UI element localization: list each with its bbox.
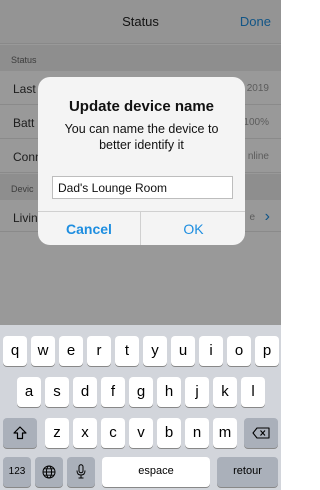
microphone-icon (76, 464, 86, 479)
delete-icon (252, 427, 270, 439)
key-p[interactable]: p (255, 336, 279, 366)
globe-key[interactable] (35, 457, 63, 487)
key-s[interactable]: s (45, 377, 69, 407)
cancel-button[interactable]: Cancel (38, 212, 141, 245)
key-a[interactable]: a (17, 377, 41, 407)
key-f[interactable]: f (101, 377, 125, 407)
delete-key[interactable] (244, 418, 278, 448)
key-j[interactable]: j (185, 377, 209, 407)
key-l[interactable]: l (241, 377, 265, 407)
keyboard: q w e r t y u i o p a s d f g h j k l z … (0, 325, 281, 490)
key-b[interactable]: b (157, 418, 181, 448)
key-m[interactable]: m (213, 418, 237, 448)
key-u[interactable]: u (171, 336, 195, 366)
space-key[interactable]: espace (102, 457, 210, 487)
key-g[interactable]: g (129, 377, 153, 407)
key-d[interactable]: d (73, 377, 97, 407)
key-q[interactable]: q (3, 336, 27, 366)
key-h[interactable]: h (157, 377, 181, 407)
key-v[interactable]: v (129, 418, 153, 448)
key-r[interactable]: r (87, 336, 111, 366)
dialog-message: You can name the device to better identi… (64, 122, 219, 152)
shift-icon (13, 426, 27, 440)
dialog-title: Update device name (68, 98, 215, 115)
key-c[interactable]: c (101, 418, 125, 448)
update-name-dialog: Update device name You can name the devi… (38, 77, 245, 245)
key-z[interactable]: z (45, 418, 69, 448)
return-key[interactable]: retour (217, 457, 278, 487)
numbers-key[interactable]: 123 (3, 457, 31, 487)
dialog-buttons: Cancel OK (38, 211, 245, 245)
key-t[interactable]: t (115, 336, 139, 366)
key-n[interactable]: n (185, 418, 209, 448)
key-w[interactable]: w (31, 336, 55, 366)
key-k[interactable]: k (213, 377, 237, 407)
device-name-input[interactable] (52, 176, 233, 199)
key-o[interactable]: o (227, 336, 251, 366)
ok-button[interactable]: OK (142, 212, 245, 245)
key-i[interactable]: i (199, 336, 223, 366)
shift-key[interactable] (3, 418, 37, 448)
key-x[interactable]: x (73, 418, 97, 448)
globe-icon (42, 465, 56, 479)
key-e[interactable]: e (59, 336, 83, 366)
dictation-key[interactable] (67, 457, 95, 487)
key-y[interactable]: y (143, 336, 167, 366)
